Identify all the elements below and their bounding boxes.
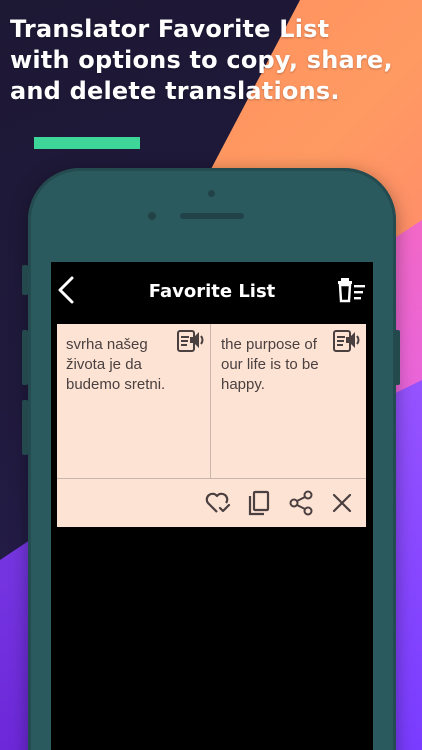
promo-headline: Translator Favorite List with options to… bbox=[10, 14, 415, 107]
card-actions bbox=[57, 478, 366, 527]
phone-volume-down bbox=[22, 400, 28, 455]
copy-icon bbox=[248, 490, 270, 516]
favorite-button[interactable] bbox=[203, 488, 233, 518]
source-text: svrha našeg života je da budemo sretni. bbox=[66, 336, 166, 393]
chevron-left-icon[interactable] bbox=[55, 275, 77, 305]
favorite-card: svrha našeg života je da budemo sretni. … bbox=[57, 324, 366, 527]
copy-button[interactable] bbox=[244, 488, 274, 518]
heart-check-icon bbox=[205, 492, 231, 513]
source-text-panel: svrha našeg života je da budemo sretni. bbox=[57, 324, 211, 478]
headline-line-3: and delete translations. bbox=[10, 77, 340, 105]
app-bar: Favorite List bbox=[51, 262, 373, 318]
headline-line-1: Translator Favorite List bbox=[10, 15, 330, 43]
speaker-icon[interactable] bbox=[176, 328, 206, 354]
earpiece-speaker bbox=[180, 213, 244, 219]
headline-line-2: with options to copy, share, bbox=[10, 46, 393, 74]
close-icon bbox=[332, 493, 352, 513]
delete-button[interactable] bbox=[327, 488, 357, 518]
phone-side-button bbox=[22, 265, 28, 295]
share-icon bbox=[289, 490, 313, 516]
phone-volume-up bbox=[22, 330, 28, 385]
delete-list-icon[interactable] bbox=[337, 277, 367, 303]
share-button[interactable] bbox=[286, 488, 316, 518]
app-screen: Favorite List svrha našeg života je da b… bbox=[51, 262, 373, 750]
accent-bar bbox=[34, 137, 140, 149]
translated-text: the purpose of our life is to be happy. bbox=[221, 336, 319, 393]
translated-text-panel: the purpose of our life is to be happy. bbox=[212, 324, 366, 478]
phone-power-button bbox=[394, 330, 400, 385]
speaker-icon[interactable] bbox=[332, 328, 362, 354]
camera-dot bbox=[208, 190, 215, 197]
page-title: Favorite List bbox=[148, 280, 276, 302]
front-camera bbox=[148, 212, 156, 220]
